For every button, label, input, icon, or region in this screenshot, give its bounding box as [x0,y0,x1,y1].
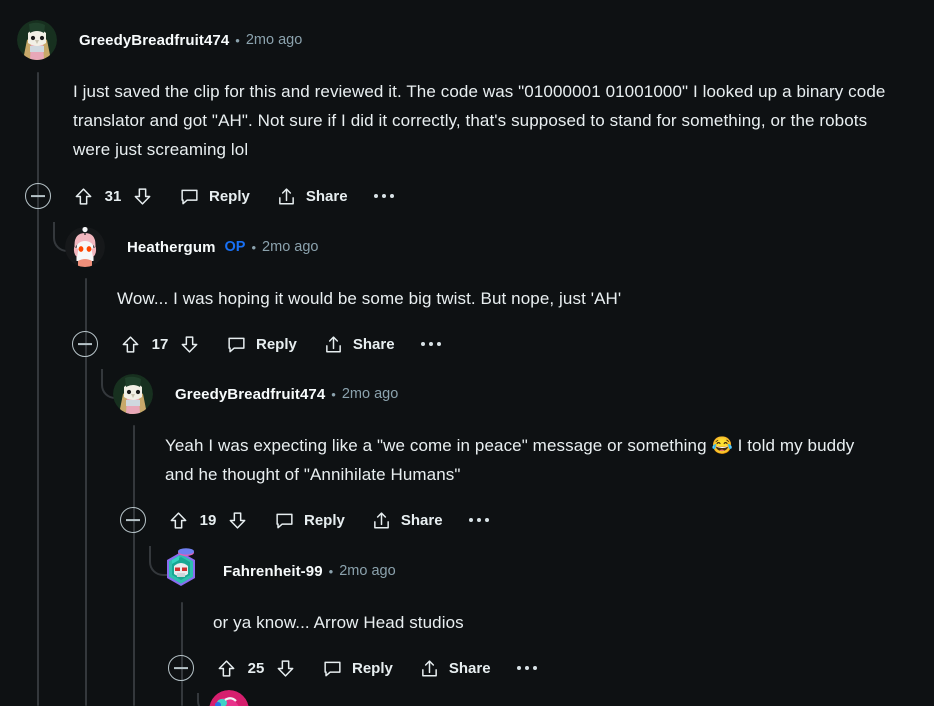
comment-header: Heathergum OP • 2mo ago [65,227,925,267]
separator-dot: • [331,386,336,402]
avatar[interactable] [161,548,201,591]
comment-header: GreedyBreadfruit474 • 2mo ago [17,20,917,60]
comment-body: I just saved the clip for this and revie… [73,82,886,159]
reply-label: Reply [256,335,297,353]
comment-header: Fahrenheit-99 • 2mo ago [161,548,925,591]
laughing-emoji: 😂 [711,436,733,455]
downvote-button[interactable] [179,328,200,360]
vote-score: 25 [247,659,265,677]
comment-timestamp: 2mo ago [262,239,319,255]
downvote-arrow-icon [277,659,294,677]
comment-body: Wow... I was hoping it would be some big… [117,289,622,308]
collapse-comment-button[interactable] [72,331,98,357]
comment-item: GreedyBreadfruit474 • 2mo ago I just sav… [17,20,917,213]
comment-item: GreedyBreadfruit474 • 2mo ago Yeah I was… [113,374,925,537]
share-arrow-icon [325,335,341,353]
separator-dot: • [251,239,257,255]
upvote-button[interactable] [120,328,141,360]
share-arrow-icon [421,659,437,677]
comment-username[interactable]: Fahrenheit-99 [223,563,323,580]
share-label: Share [400,511,443,529]
vote-score: 17 [151,335,169,353]
comment-username[interactable]: GreedyBreadfruit474 [79,32,229,49]
share-label: Share [352,335,395,353]
comment-timestamp: 2mo ago [339,563,396,579]
share-button[interactable]: Share [323,328,395,360]
reply-button[interactable]: Reply [322,652,393,684]
comment-bubble-icon [228,337,245,352]
share-button[interactable]: Share [371,504,443,536]
share-arrow-icon [373,511,389,529]
downvote-button[interactable] [227,504,248,536]
downvote-button[interactable] [132,180,153,212]
avatar[interactable] [65,227,105,267]
share-button[interactable]: Share [419,652,491,684]
downvote-arrow-icon [229,511,246,529]
comment-timestamp: 2mo ago [245,32,303,48]
avatar[interactable] [113,374,153,414]
reply-label: Reply [352,659,393,677]
reply-label: Reply [304,511,345,529]
more-options-icon[interactable] [468,518,489,522]
collapse-comment-button[interactable] [120,507,146,533]
op-badge: OP [224,239,246,255]
comment-actions: 25 Reply Share [168,651,925,685]
reply-button[interactable]: Reply [274,504,345,536]
upvote-arrow-icon [75,187,92,205]
upvote-button[interactable] [73,180,94,212]
more-options-icon[interactable] [373,194,394,198]
downvote-arrow-icon [134,187,151,205]
comment-item: Heathergum OP • 2mo ago Wow... I was hop… [65,227,925,361]
comment-bubble-icon [276,513,293,528]
separator-dot: • [328,563,334,579]
more-options-icon[interactable] [420,342,441,346]
more-options-icon[interactable] [516,666,537,670]
reply-button[interactable]: Reply [226,328,297,360]
comment-thread: GreedyBreadfruit474 • 2mo ago I just sav… [0,0,934,706]
share-arrow-icon [278,187,294,205]
comment-actions: 17 Reply Share [72,327,925,361]
avatar[interactable] [17,20,57,60]
collapse-comment-button[interactable] [168,655,194,681]
comment-actions: 31 Reply Share [25,179,917,213]
collapse-comment-button[interactable] [25,183,51,209]
comment-body: Yeah I was expecting like a "we come in … [165,431,883,489]
reply-button[interactable]: Reply [179,180,250,212]
comment-username[interactable]: Heathergum [127,239,216,256]
downvote-arrow-icon [181,335,198,353]
comment-item: Fahrenheit-99 • 2mo ago or ya know... Ar… [161,548,925,685]
share-label: Share [448,659,491,677]
reply-label: Reply [209,187,250,205]
share-button[interactable]: Share [276,180,348,212]
comment-bubble-icon [324,661,341,676]
downvote-button[interactable] [275,652,296,684]
share-label: Share [305,187,348,205]
vote-score: 31 [104,187,122,205]
comment-timestamp: 2mo ago [341,386,399,402]
comment-bubble-icon [181,189,198,204]
comment-header: GreedyBreadfruit474 • 2mo ago [113,374,925,414]
comment-actions: 19 Reply Share [120,503,925,537]
comment-username[interactable]: GreedyBreadfruit474 [175,386,325,403]
vote-score: 19 [199,511,217,529]
upvote-button[interactable] [168,504,189,536]
upvote-arrow-icon [122,335,139,353]
comment-body: or ya know... Arrow Head studios [213,613,464,632]
separator-dot: • [235,32,240,48]
upvote-arrow-icon [218,659,235,677]
comment-body-text-before-emoji: Yeah I was expecting like a "we come in … [165,436,712,455]
upvote-arrow-icon [170,511,187,529]
upvote-button[interactable] [216,652,237,684]
